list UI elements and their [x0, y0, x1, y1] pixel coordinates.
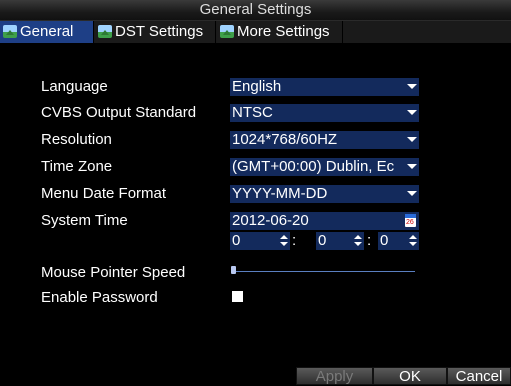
language-select[interactable]: English: [230, 78, 419, 96]
picture-icon: [220, 25, 234, 38]
picture-icon: [98, 25, 112, 38]
time-zone-label: Time Zone: [41, 158, 113, 175]
spin-arrows-icon[interactable]: [280, 235, 288, 247]
spin-arrows-icon[interactable]: [354, 235, 362, 247]
resolution-value: 1024*768/60HZ: [232, 131, 338, 148]
chevron-down-icon[interactable]: [407, 164, 417, 169]
chevron-down-icon[interactable]: [407, 110, 417, 115]
tab-dst-settings[interactable]: DST Settings: [95, 21, 216, 43]
system-date-value: 2012-06-20: [232, 212, 309, 229]
time-separator: :: [367, 232, 372, 249]
chevron-down-icon[interactable]: [407, 191, 417, 196]
hour-value: 0: [232, 232, 241, 249]
tab-bar: General DST Settings More Settings: [0, 21, 511, 43]
chevron-down-icon[interactable]: [407, 137, 417, 142]
time-separator: :: [292, 232, 297, 249]
hour-spinbox[interactable]: 0: [230, 232, 290, 250]
calendar-icon[interactable]: 26: [405, 214, 416, 227]
mouse-speed-slider-thumb[interactable]: [231, 266, 236, 274]
cvbs-output-select[interactable]: NTSC: [230, 104, 419, 122]
mouse-pointer-speed-label: Mouse Pointer Speed: [41, 264, 186, 281]
dialog-title: General Settings: [0, 0, 511, 21]
tab-general[interactable]: General: [0, 21, 94, 43]
resolution-label: Resolution: [41, 131, 112, 148]
mouse-speed-slider-track[interactable]: [232, 271, 415, 272]
second-spinbox[interactable]: 0: [378, 232, 419, 250]
ok-button[interactable]: OK: [373, 367, 447, 385]
menu-date-format-select[interactable]: YYYY-MM-DD: [230, 185, 419, 203]
minute-spinbox[interactable]: 0: [316, 232, 364, 250]
tab-more-settings-label: More Settings: [237, 23, 330, 40]
second-value: 0: [380, 232, 389, 249]
cvbs-output-label: CVBS Output Standard: [41, 104, 197, 121]
cvbs-output-value: NTSC: [232, 104, 273, 121]
menu-date-format-label: Menu Date Format: [41, 185, 167, 202]
time-zone-select[interactable]: (GMT+00:00) Dublin, Ec: [230, 158, 419, 176]
spin-arrows-icon[interactable]: [409, 235, 417, 247]
picture-icon: [3, 25, 17, 38]
language-label: Language: [41, 78, 108, 95]
resolution-select[interactable]: 1024*768/60HZ: [230, 131, 419, 149]
tab-general-label: General: [20, 23, 74, 40]
general-settings-dialog: General Settings General DST Settings Mo…: [0, 0, 511, 385]
enable-password-label: Enable Password: [41, 289, 158, 306]
language-value: English: [232, 78, 282, 95]
chevron-down-icon[interactable]: [407, 84, 417, 89]
calendar-day: 26: [406, 219, 414, 226]
time-zone-value: (GMT+00:00) Dublin, Ec: [232, 158, 395, 175]
tab-more-settings[interactable]: More Settings: [217, 21, 343, 43]
enable-password-checkbox[interactable]: [232, 291, 243, 302]
apply-button[interactable]: Apply: [296, 367, 373, 385]
system-time-label: System Time: [41, 212, 128, 229]
tab-dst-settings-label: DST Settings: [115, 23, 204, 40]
minute-value: 0: [318, 232, 327, 249]
system-date-field[interactable]: 2012-06-20 26: [230, 212, 419, 230]
cancel-button[interactable]: Cancel: [447, 367, 511, 385]
menu-date-format-value: YYYY-MM-DD: [232, 185, 328, 202]
